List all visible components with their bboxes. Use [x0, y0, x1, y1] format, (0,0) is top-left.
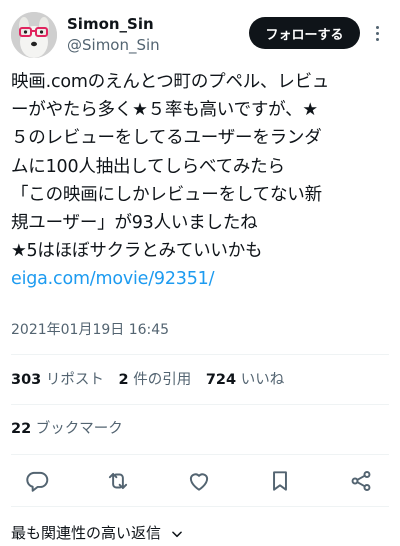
quotes-label: 件の引用: [133, 372, 192, 388]
tweet-text-line: ムに100人抽出してしらべてみたら: [11, 156, 285, 177]
tweet-body: 映画.comのえんとつ町のプペル、レビュ ーがやたら多く★５率も高いですが、★ …: [11, 68, 393, 293]
chevron-down-icon: [171, 530, 182, 537]
avatar[interactable]: [11, 12, 57, 58]
tweet-timestamp[interactable]: 2021年01月19日 16:45: [11, 320, 169, 340]
replies-sort-dropdown[interactable]: 最も関連性の高い返信: [11, 522, 184, 544]
likes-stat[interactable]: 724 いいね: [206, 369, 284, 391]
quotes-count: 2: [118, 372, 129, 388]
more-dot: [375, 37, 379, 41]
bookmarks-label: ブックマーク: [35, 421, 123, 437]
tweet-text-line: 映画.comのえんとつ町のプペル、レビュ: [11, 72, 330, 92]
reposts-count: 303: [11, 372, 42, 388]
author-name[interactable]: Simon_Sin: [67, 14, 154, 34]
quotes-stat[interactable]: 2 件の引用: [119, 369, 192, 391]
action-bar: [0, 466, 400, 496]
divider: [11, 404, 389, 405]
reposts-label: リポスト: [45, 372, 104, 388]
bookmark-icon[interactable]: [267, 468, 293, 494]
share-icon[interactable]: [348, 468, 374, 494]
reposts-stat[interactable]: 303 リポスト: [11, 369, 104, 391]
divider: [11, 354, 389, 355]
tweet-text-line: ５のレビューをしてるユーザーをランダ: [11, 128, 322, 149]
follow-button[interactable]: フォローする: [249, 17, 360, 49]
divider: [11, 506, 389, 507]
tweet-text-line: ーがやたら多く★５率も高いですが、★: [11, 100, 318, 121]
bookmarks-count: 22: [11, 421, 32, 437]
likes-count: 724: [205, 372, 237, 388]
tweet-text-line: ★5はほぼサクラとみていいかも: [11, 241, 263, 262]
tweet-text-line: 規ユーザー」が93人いましたね: [11, 213, 258, 234]
likes-label: いいね: [240, 372, 285, 388]
replies-sort-label: 最も関連性の高い返信: [11, 524, 162, 542]
like-icon[interactable]: [186, 468, 212, 494]
repost-icon[interactable]: [105, 468, 131, 494]
tweet-link[interactable]: eiga.com/movie/92351/: [11, 265, 393, 293]
author-handle[interactable]: @Simon_Sin: [67, 35, 160, 55]
avatar-dog-image: [11, 12, 57, 58]
bookmarks-stat[interactable]: 22 ブックマーク: [11, 418, 123, 440]
divider: [11, 454, 389, 455]
tweet-text-line: 「この映画にしかレビューをしてない新: [11, 184, 322, 205]
more-dot: [375, 31, 379, 35]
engagement-stats: 303 リポスト 2 件の引用 724 いいね: [11, 369, 294, 391]
more-options-icon[interactable]: [369, 20, 385, 46]
reply-icon[interactable]: [24, 468, 50, 494]
more-dot: [375, 25, 379, 29]
tweet-header: Simon_Sin @Simon_Sin フォローする: [0, 0, 400, 64]
